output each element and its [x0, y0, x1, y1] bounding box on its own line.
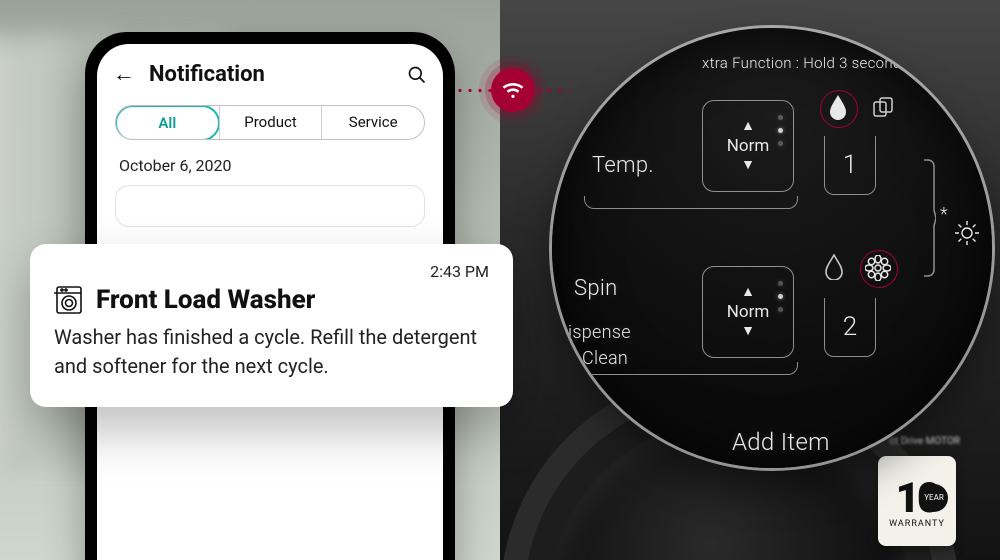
tray-1[interactable]: 1 [824, 136, 876, 195]
back-arrow-icon[interactable]: ← [113, 64, 135, 86]
washer-icon [54, 285, 84, 315]
notification-title: Front Load Washer [96, 285, 315, 315]
notification-date: October 6, 2020 [97, 154, 443, 185]
notification-popup[interactable]: 2:43 PM Front Load Washer Washer has fin… [30, 244, 513, 407]
tab-service[interactable]: Service [321, 106, 424, 139]
water-drop-icon [828, 94, 848, 120]
water-drop-icon-2 [824, 254, 844, 280]
add-item-label[interactable]: Add Item [732, 428, 830, 456]
warranty-badge: 10 YEAR WARRANTY [878, 456, 956, 546]
notification-body: Washer has finished a cycle. Refill the … [54, 323, 489, 381]
gear-icon[interactable] [954, 220, 980, 246]
copy-icon [872, 96, 894, 118]
dispense-label: ispense [568, 322, 631, 343]
wifi-link [455, 70, 570, 110]
control-panel-zoom: xtra Function : Hold 3 seconds Temp. ▲ N… [552, 28, 992, 468]
asterisk-icon: * [940, 204, 948, 225]
filter-tabs: All Product Service [115, 105, 425, 140]
extra-function-label: xtra Function : Hold 3 seconds [702, 54, 909, 72]
temp-selector[interactable]: ▲ Norm ▼ [702, 100, 794, 192]
tray-2[interactable]: 2 [824, 298, 876, 357]
search-icon[interactable] [407, 65, 427, 85]
direct-drive-badge: ct Drive MOTOR [890, 436, 960, 448]
tab-all[interactable]: All [115, 105, 220, 140]
flower-icon [865, 255, 891, 281]
wifi-icon [491, 68, 535, 112]
notification-card-peek [115, 185, 425, 227]
spin-label: Spin [574, 276, 617, 301]
tab-product[interactable]: Product [219, 106, 322, 139]
notification-time: 2:43 PM [54, 262, 489, 281]
spin-selector[interactable]: ▲ Norm ▼ [702, 266, 794, 358]
temp-label: Temp. [592, 153, 654, 178]
page-title: Notification [149, 62, 393, 87]
